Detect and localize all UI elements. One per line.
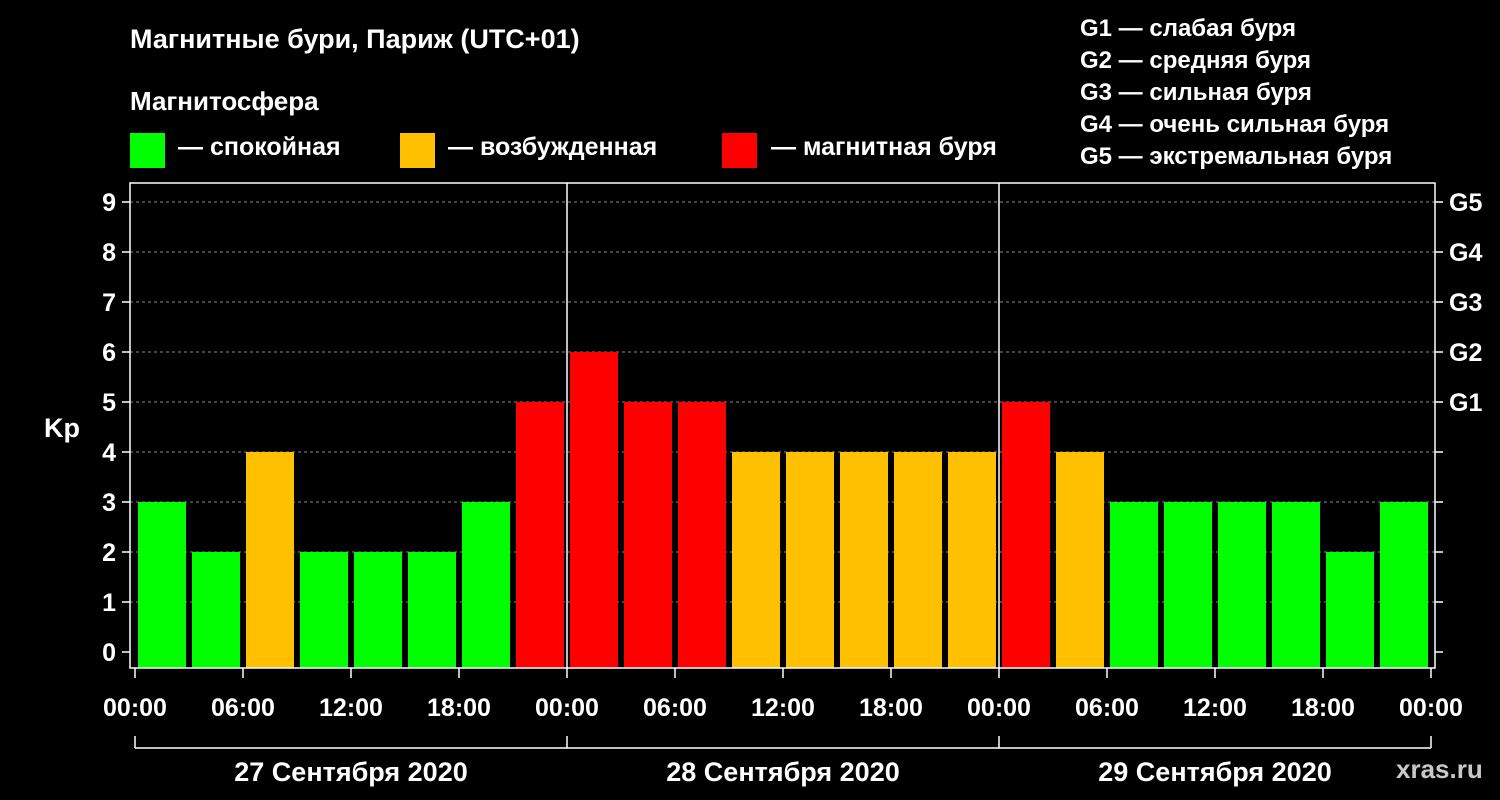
day-label-2: 29 Сентября 2020 [1098,757,1331,787]
y-tick-label-4: 4 [102,439,116,467]
bar-12 [786,452,834,668]
x-tick-label-6: 12:00 [751,694,815,722]
x-tick-label-11: 18:00 [1291,694,1355,722]
bar-15 [948,452,996,668]
watermark: xras.ru [1396,754,1483,784]
x-tick-label-12: 00:00 [1399,694,1463,722]
bar-17 [1056,452,1104,668]
x-tick-label-1: 06:00 [211,694,275,722]
right-tick-label-g5: G5 [1449,189,1482,217]
bar-5 [408,552,456,668]
bar-2 [246,452,294,668]
y-tick-label-6: 6 [102,339,116,367]
bar-19 [1164,502,1212,668]
bar-18 [1110,502,1158,668]
x-tick-label-3: 18:00 [427,694,491,722]
x-tick-label-8: 00:00 [967,694,1031,722]
bar-0 [138,502,186,668]
kp-chart: 0 1 2 3 4 5 6 7 8 9 G1 G2 G3 G4 G5 Kp 00:00 06:00 12:00 18:… [44,182,1482,787]
bar-21 [1272,502,1320,668]
y-tick-label-8: 8 [102,239,116,267]
bar-16 [1002,402,1050,668]
bar-14 [894,452,942,668]
y-tick-label-7: 7 [102,289,116,317]
bar-1 [192,552,240,668]
x-tick-label-0: 00:00 [103,694,167,722]
y-tick-label-3: 3 [102,489,116,517]
bar-3 [300,552,348,668]
x-tick-label-9: 06:00 [1075,694,1139,722]
bar-6 [462,502,510,668]
y-tick-label-2: 2 [102,539,116,567]
day-label-0: 27 Сентября 2020 [234,757,467,787]
bar-10 [678,402,726,668]
right-tick-label-g4: G4 [1449,239,1482,267]
right-tick-label-g3: G3 [1449,289,1482,317]
bar-23 [1380,502,1428,668]
right-tick-label-g2: G2 [1449,339,1482,367]
y-tick-label-5: 5 [102,389,116,417]
y-tick-label-0: 0 [102,639,116,667]
day-label-1: 28 Сентября 2020 [666,757,899,787]
bar-13 [840,452,888,668]
x-tick-label-10: 12:00 [1183,694,1247,722]
y-axis-label: Kp [44,413,80,443]
bar-8 [570,352,618,668]
bar-20 [1218,502,1266,668]
bar-11 [732,452,780,668]
bar-4 [354,552,402,668]
y-tick-label-9: 9 [102,189,116,217]
x-tick-label-7: 18:00 [859,694,923,722]
bar-7 [516,402,564,668]
x-tick-label-5: 06:00 [643,694,707,722]
bar-22 [1326,552,1374,668]
right-tick-label-g1: G1 [1449,389,1482,417]
bar-9 [624,402,672,668]
y-tick-label-1: 1 [102,589,116,617]
x-tick-label-4: 00:00 [535,694,599,722]
x-tick-label-2: 12:00 [319,694,383,722]
